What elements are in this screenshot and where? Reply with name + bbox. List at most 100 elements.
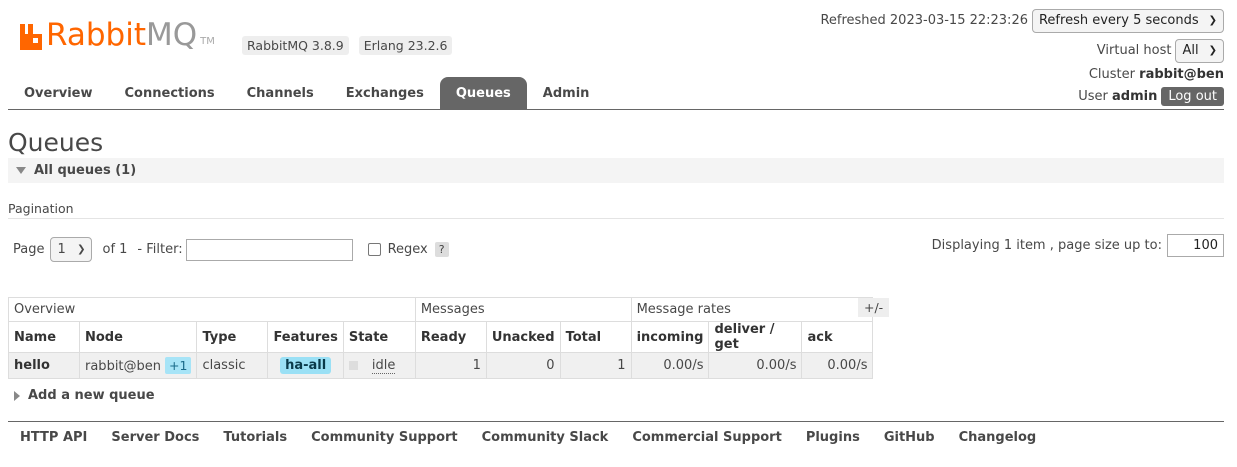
collapse-triangle-icon	[16, 167, 26, 174]
tab-admin[interactable]: Admin	[527, 77, 606, 110]
queue-node-cell: rabbit@ben +1	[78, 352, 198, 379]
section-title: All queues (1)	[34, 163, 137, 178]
footer-link-plugins[interactable]: Plugins	[806, 430, 860, 445]
page-select-value: 1	[57, 242, 66, 257]
user-label: User	[1078, 88, 1108, 104]
queue-name-cell[interactable]: hello	[8, 352, 80, 379]
footer-link-tutorials[interactable]: Tutorials	[223, 430, 287, 445]
group-header-messages: Messages	[414, 297, 632, 322]
messages-ready-cell: 1	[414, 352, 487, 379]
page-title: Queues	[8, 128, 104, 157]
pagination-controls: Page 1 ❯ of 1 - Filter: Regex ?	[13, 237, 449, 262]
logout-button[interactable]: Log out	[1161, 86, 1224, 106]
regex-label: Regex	[387, 242, 428, 257]
version-info: RabbitMQ 3.8.9 Erlang 23.2.6	[242, 36, 453, 55]
tab-channels[interactable]: Channels	[231, 77, 330, 110]
vhost-label: Virtual host	[1096, 43, 1172, 58]
logo-mq-text: MQ	[145, 17, 198, 53]
queue-state: idle	[371, 358, 396, 374]
messages-total-cell: 1	[559, 352, 632, 379]
main-nav-tabs: Overview Connections Channels Exchanges …	[8, 77, 605, 110]
column-header-type[interactable]: Type	[196, 321, 269, 353]
queue-features-cell: ha-all	[267, 352, 344, 379]
footer-link-community-support[interactable]: Community Support	[311, 430, 458, 445]
group-header-overview: Overview	[8, 297, 416, 322]
page-select[interactable]: 1 ❯	[50, 237, 93, 262]
footer-links: HTTP API Server Docs Tutorials Community…	[20, 430, 1036, 445]
queues-table: Overview Messages Message rates Name Nod…	[8, 297, 874, 379]
add-queue-label: Add a new queue	[28, 388, 155, 403]
column-header-deliver-get[interactable]: deliver / get	[708, 321, 803, 353]
chevron-down-icon: ❯	[77, 244, 86, 255]
footer-link-changelog[interactable]: Changelog	[959, 430, 1037, 445]
queue-state-cell: idle	[342, 352, 416, 379]
column-header-unacked[interactable]: Unacked	[485, 321, 561, 353]
column-header-ack[interactable]: ack	[801, 321, 874, 353]
rate-deliver-get-cell: 0.00/s	[708, 352, 803, 379]
refresh-interval-value: Refresh every 5 seconds	[1038, 13, 1199, 28]
vhost-select[interactable]: All ❯	[1175, 38, 1224, 63]
column-header-features[interactable]: Features	[267, 321, 344, 353]
tab-queues[interactable]: Queues	[439, 77, 527, 110]
state-indicator-icon	[348, 361, 358, 370]
displaying-label: Displaying 1 item , page size up to:	[931, 238, 1162, 253]
expand-triangle-icon	[14, 390, 20, 401]
rabbitmq-version-badge: RabbitMQ 3.8.9	[242, 36, 349, 55]
table-column-header-row: Name Node Type Features State Ready Unac…	[8, 321, 874, 353]
page-count: of 1	[102, 242, 128, 257]
chevron-down-icon: ❯	[1208, 15, 1217, 26]
pagination-label: Pagination	[8, 201, 74, 216]
column-header-ready[interactable]: Ready	[414, 321, 487, 353]
page-label: Page	[13, 242, 45, 257]
table-row[interactable]: hello rabbit@ben +1 classic ha-all idle 1…	[8, 352, 874, 379]
rabbitmq-logo[interactable]: Rabbit MQ TM	[18, 17, 215, 53]
footer-link-server-docs[interactable]: Server Docs	[111, 430, 199, 445]
rate-ack-cell: 0.00/s	[801, 352, 874, 379]
column-toggle-button[interactable]: +/-	[858, 298, 890, 317]
erlang-version-badge: Erlang 23.2.6	[358, 36, 453, 55]
tab-exchanges[interactable]: Exchanges	[330, 77, 440, 110]
regex-help-button[interactable]: ?	[434, 242, 449, 257]
filter-label: - Filter:	[137, 242, 183, 257]
vhost-value: All	[1182, 43, 1199, 58]
tab-overview[interactable]: Overview	[8, 77, 109, 110]
logo-rabbit-text: Rabbit	[46, 17, 146, 53]
policy-badge[interactable]: ha-all	[280, 357, 332, 374]
regex-checkbox[interactable]	[367, 243, 381, 256]
footer-link-commercial-support[interactable]: Commercial Support	[632, 430, 782, 445]
chevron-down-icon: ❯	[1208, 45, 1217, 56]
logo-tm-text: TM	[200, 36, 215, 47]
column-header-node[interactable]: Node	[78, 321, 198, 353]
header-status: Refreshed 2023-03-15 22:23:26 Refresh ev…	[820, 8, 1224, 107]
footer-link-http-api[interactable]: HTTP API	[20, 430, 87, 445]
rabbit-logo-icon	[18, 24, 44, 50]
tabs-divider	[8, 109, 1224, 110]
tab-connections[interactable]: Connections	[109, 77, 231, 110]
filter-input[interactable]	[185, 238, 353, 261]
column-header-incoming[interactable]: incoming	[630, 321, 710, 353]
queue-type-cell: classic	[196, 352, 269, 379]
queue-node: rabbit@ben	[85, 358, 162, 374]
column-header-name[interactable]: Name	[8, 321, 80, 353]
page-size-input[interactable]: 100	[1167, 234, 1224, 257]
refreshed-timestamp: Refreshed 2023-03-15 22:23:26	[820, 13, 1028, 28]
pagination-divider	[8, 218, 1224, 219]
queue-name-link[interactable]: hello	[14, 358, 50, 373]
add-queue-section-toggle[interactable]: Add a new queue	[14, 388, 155, 403]
column-header-state[interactable]: State	[342, 321, 416, 353]
footer-link-github[interactable]: GitHub	[884, 430, 935, 445]
messages-unacked-cell: 0	[485, 352, 561, 379]
group-header-message-rates: Message rates	[630, 297, 874, 322]
mirror-count-badge: +1	[165, 356, 192, 374]
footer-link-community-slack[interactable]: Community Slack	[482, 430, 609, 445]
page-size-control: Displaying 1 item , page size up to: 100	[932, 234, 1224, 257]
rate-incoming-cell: 0.00/s	[630, 352, 710, 379]
table-group-header-row: Overview Messages Message rates	[8, 297, 874, 322]
cluster-label: Cluster	[1088, 66, 1136, 82]
refresh-interval-select[interactable]: Refresh every 5 seconds ❯	[1031, 8, 1224, 33]
cluster-name: rabbit@ben	[1139, 66, 1224, 82]
user-name: admin	[1112, 88, 1158, 104]
footer-divider	[8, 421, 1224, 422]
column-header-total[interactable]: Total	[559, 321, 632, 353]
all-queues-section-toggle[interactable]: All queues (1)	[8, 158, 1224, 183]
